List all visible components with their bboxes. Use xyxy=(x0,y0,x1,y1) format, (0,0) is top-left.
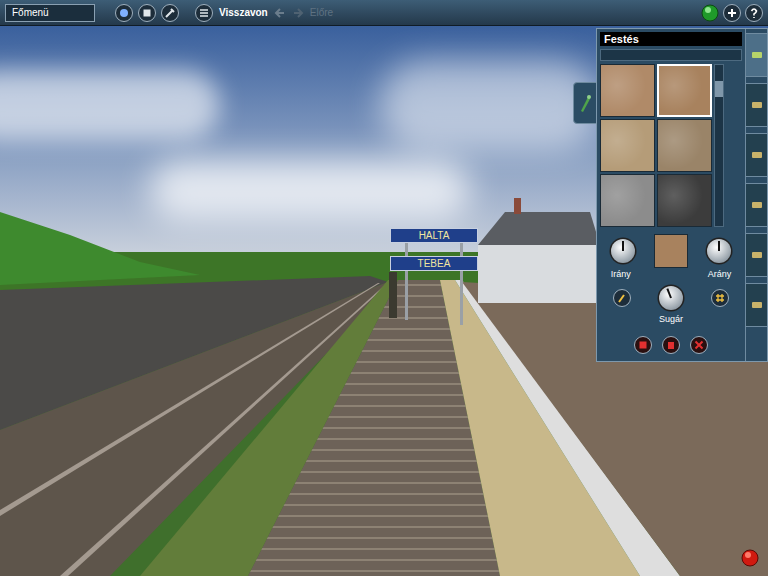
grid-icon[interactable] xyxy=(711,289,729,307)
tool-icon[interactable] xyxy=(161,4,179,22)
side-tab[interactable] xyxy=(746,183,767,227)
texture-tile[interactable] xyxy=(657,174,712,227)
cancel-icon[interactable] xyxy=(690,336,708,354)
stop-icon[interactable] xyxy=(138,4,156,22)
side-tab[interactable] xyxy=(746,233,767,277)
eyedropper-icon[interactable] xyxy=(613,289,631,307)
station-signs: HALTA TEBEA xyxy=(390,228,478,271)
station-wall xyxy=(478,245,600,303)
texture-tile[interactable] xyxy=(600,64,655,117)
panel-title: Festés xyxy=(600,32,742,46)
dial-label: Arány xyxy=(708,268,732,282)
texture-tile[interactable] xyxy=(600,119,655,172)
tab-tool-icon xyxy=(750,148,764,162)
trainz-editor: HALTA TEBEA Főmenü Visszavon Előre Festés Irán… xyxy=(0,0,768,576)
panel-side-tab[interactable] xyxy=(573,82,597,124)
record-icon[interactable] xyxy=(741,549,759,567)
train-icon xyxy=(578,93,592,113)
texture-name-field xyxy=(600,49,742,61)
paint-panel: Festés Irány Arány Sugár xyxy=(596,28,768,362)
scrollbar-thumb[interactable] xyxy=(715,81,723,97)
cloud xyxy=(0,70,220,140)
top-bar: Főmenü Visszavon Előre xyxy=(0,0,768,26)
station-sign: HALTA xyxy=(390,228,478,243)
arrow-left-icon[interactable] xyxy=(274,7,286,19)
sign-post xyxy=(460,240,463,325)
status-light-icon[interactable] xyxy=(701,4,719,22)
dial-knob-icon[interactable] xyxy=(656,283,686,313)
side-tabs xyxy=(745,29,767,361)
dial-knob-icon[interactable] xyxy=(704,236,734,266)
side-tab[interactable] xyxy=(746,283,767,327)
side-tab[interactable] xyxy=(746,83,767,127)
texture-scrollbar[interactable] xyxy=(714,64,724,227)
tab-tool-icon xyxy=(750,48,764,62)
fill-icon[interactable] xyxy=(662,336,680,354)
side-tab[interactable] xyxy=(746,33,767,77)
globe-icon[interactable] xyxy=(115,4,133,22)
tab-tool-icon xyxy=(750,198,764,212)
station-sign: TEBEA xyxy=(390,256,478,271)
tab-tool-icon xyxy=(750,298,764,312)
dial-knob-icon[interactable] xyxy=(608,236,638,266)
texture-tile[interactable] xyxy=(657,64,712,117)
main-menu-button[interactable]: Főmenü xyxy=(5,4,95,22)
texture-grid xyxy=(600,64,712,227)
chimney xyxy=(514,198,521,214)
redo-button[interactable]: Előre xyxy=(310,5,333,20)
dial-label: Irány xyxy=(611,268,631,282)
arrow-right-icon[interactable] xyxy=(292,7,304,19)
stop-paint-icon[interactable] xyxy=(634,336,652,354)
texture-tile[interactable] xyxy=(600,174,655,227)
figure xyxy=(389,272,397,318)
help-icon[interactable] xyxy=(745,4,763,22)
undo-button[interactable]: Visszavon xyxy=(219,5,268,20)
cloud xyxy=(150,160,470,220)
texture-tile[interactable] xyxy=(657,119,712,172)
sign-post xyxy=(405,240,408,320)
list-icon[interactable] xyxy=(195,4,213,22)
plus-icon[interactable] xyxy=(723,4,741,22)
tab-tool-icon xyxy=(750,98,764,112)
cloud xyxy=(380,60,600,150)
dial-label: Sugár xyxy=(659,313,683,327)
current-texture-swatch xyxy=(654,234,688,268)
tab-tool-icon xyxy=(750,248,764,262)
side-tab[interactable] xyxy=(746,133,767,177)
